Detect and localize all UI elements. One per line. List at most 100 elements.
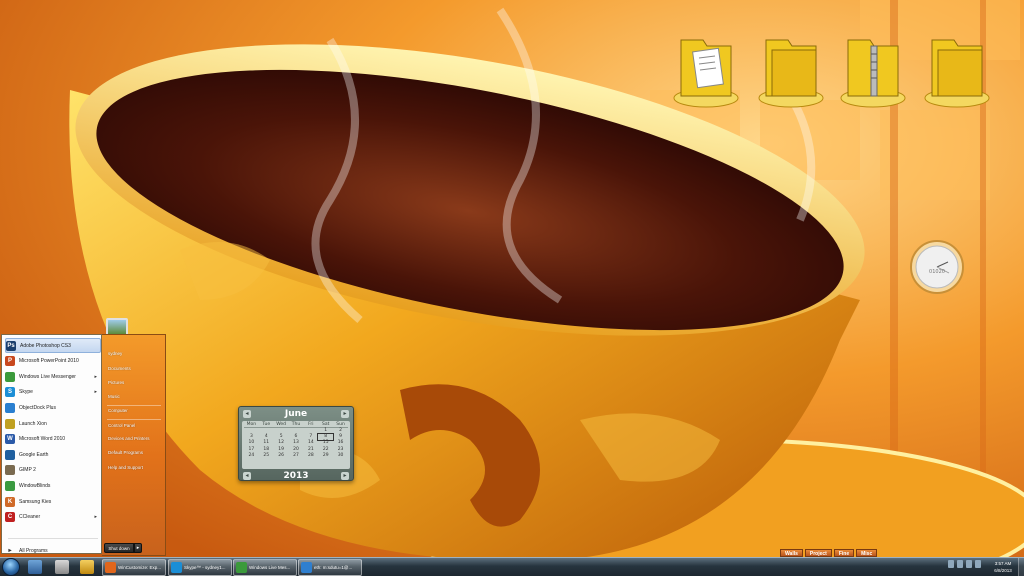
program-item-powerpoint[interactable]: P Microsoft PowerPoint 2010: [5, 354, 101, 369]
tab-fine[interactable]: Fine: [833, 549, 855, 557]
folder-icon: [924, 39, 990, 108]
skype-icon: S: [5, 387, 15, 398]
program-label: WindowBlinds: [19, 482, 51, 489]
submenu-arrow-icon: ▸: [94, 389, 97, 396]
start-button[interactable]: [2, 558, 20, 576]
separator: [107, 419, 161, 420]
program-item-gimp[interactable]: GIMP 2: [5, 463, 101, 478]
calendar-days: 1 2 3 4 5 6 7 8 9 10 11 12 13 14 15 16 17 18 19 20 21 22 23 24 2…: [244, 428, 348, 459]
program-label: Launch Xion: [19, 420, 47, 427]
calendar-day[interactable]: 24: [244, 453, 259, 459]
program-label: Adobe Photoshop CS3: [20, 342, 71, 349]
program-item-xion[interactable]: Launch Xion: [5, 416, 101, 431]
program-label: Samsung Kies: [19, 498, 52, 505]
program-item-photoshop[interactable]: Ps Adobe Photoshop CS3: [5, 338, 101, 353]
show-desktop-button[interactable]: [1018, 558, 1024, 576]
places-item-computer[interactable]: Computer: [108, 408, 128, 413]
document-folder-icon: [673, 39, 739, 108]
tab-project[interactable]: Project: [804, 549, 832, 557]
weekday-label: Tue: [262, 422, 271, 427]
messenger-icon: [5, 371, 15, 382]
places-item-help-and-support[interactable]: Help and Support: [108, 465, 143, 470]
clock-label: 01020: [929, 269, 945, 275]
calendar-day[interactable]: 25: [259, 453, 274, 459]
clock-date: 6/8/2013: [994, 568, 1012, 573]
taskbar-button[interactable]: Windows Live Mes...: [233, 559, 297, 576]
separator: [8, 538, 98, 539]
calendar-day[interactable]: 30: [333, 453, 348, 459]
quicklaunch-desktop-icon[interactable]: [28, 560, 42, 574]
quicklaunch-folder-icon[interactable]: [80, 560, 94, 574]
desktop-folder-zip[interactable]: [840, 30, 906, 114]
skype-icon: [171, 562, 182, 573]
places-item-pictures[interactable]: Pictures: [108, 380, 124, 385]
program-item-skype[interactable]: S Skype ▸: [5, 385, 101, 400]
word-icon: W: [5, 434, 15, 445]
calendar-day[interactable]: 26: [274, 453, 289, 459]
samsung-kies-icon: K: [5, 496, 15, 507]
tray-volume-icon[interactable]: [966, 560, 972, 568]
prev-month-button[interactable]: ◂: [243, 409, 251, 418]
places-item-default-programs[interactable]: Default Programs: [108, 450, 143, 455]
next-month-button[interactable]: ▸: [341, 409, 349, 418]
clock-time: 3:57 AM: [994, 561, 1012, 566]
quicklaunch-explorer-icon[interactable]: [55, 560, 69, 574]
objectdock-icon: [5, 402, 15, 413]
places-item-music[interactable]: Music: [108, 394, 120, 399]
taskbar-button[interactable]: WinCustomize: Exp...: [102, 559, 166, 576]
desktop-folder-documents[interactable]: [673, 30, 739, 114]
places-item-documents[interactable]: Documents: [108, 366, 131, 371]
firefox-icon: [105, 562, 116, 573]
program-label: Microsoft PowerPoint 2010: [19, 358, 79, 365]
messenger-icon: [301, 562, 312, 573]
taskbar-button-label: Windows Live Mes...: [249, 565, 291, 570]
program-item-messenger[interactable]: Windows Live Messenger ▸: [5, 369, 101, 384]
program-item-google-earth[interactable]: Google Earth: [5, 447, 101, 462]
messenger-icon: [236, 562, 247, 573]
tray-battery-icon[interactable]: [975, 560, 981, 568]
calendar-day[interactable]: 29: [318, 453, 333, 459]
program-item-ccleaner[interactable]: C CCleaner ▸: [5, 510, 101, 525]
weekday-label: Sun: [336, 422, 345, 427]
weekday-label: Wed: [276, 422, 287, 427]
separator: [107, 405, 161, 406]
shutdown-button[interactable]: Shut down: [104, 543, 134, 553]
calendar-day[interactable]: 28: [303, 453, 318, 459]
tab-misc[interactable]: Misc: [856, 549, 878, 557]
all-programs-button[interactable]: ▸ All Programs: [5, 543, 101, 558]
taskbar-button[interactable]: Skype™ - sydney1...: [168, 559, 232, 576]
taskbar-clock[interactable]: 3:57 AM 6/8/2013: [988, 560, 1018, 574]
submenu-arrow-icon: ▸: [94, 373, 97, 380]
folder-icon: [758, 39, 824, 108]
all-programs-label: All Programs: [19, 547, 48, 554]
shutdown-options-button[interactable]: ▸: [134, 543, 142, 553]
calendar-day[interactable]: 27: [289, 453, 304, 459]
weekday-label: Thu: [291, 422, 301, 427]
program-item-objectdock[interactable]: ObjectDock Plus: [5, 400, 101, 415]
desktop-folder-4[interactable]: [924, 30, 990, 114]
triangle-right-icon: ▸: [8, 547, 12, 554]
next-year-button[interactable]: ▸: [341, 472, 349, 480]
prev-year-button[interactable]: ◂: [243, 472, 251, 480]
taskbar-button-label: eth: m:sdutu=1@...: [314, 565, 353, 570]
clock-icon: 01020: [910, 240, 964, 294]
places-item-sydney[interactable]: sydney: [108, 351, 122, 356]
program-item-windowblinds[interactable]: WindowBlinds: [5, 478, 101, 493]
program-item-word[interactable]: W Microsoft Word 2010: [5, 432, 101, 447]
places-item-devices-and-printers[interactable]: Devices and Printers: [108, 436, 150, 441]
ccleaner-icon: C: [5, 512, 15, 523]
program-item-samsung-kies[interactable]: K Samsung Kies: [5, 494, 101, 509]
tray-network-icon[interactable]: [957, 560, 963, 568]
places-item-control-panel[interactable]: Control Panel: [108, 423, 135, 428]
windowblinds-icon: [5, 480, 15, 491]
start-menu-programs-pane: ▸ All Programs Search programs and files…: [1, 334, 102, 569]
tray-arrow-icon[interactable]: [948, 560, 954, 568]
fence-tabs: Walls Project Fine Misc: [780, 549, 878, 557]
calendar-gadget[interactable]: ◂ June ▸ Mon Tue Wed Thu Fri Sat Sun 123456789…: [238, 406, 354, 481]
taskbar-button[interactable]: eth: m:sdutu=1@...: [298, 559, 362, 576]
tab-walls[interactable]: Walls: [780, 549, 803, 557]
xion-icon: [5, 418, 15, 429]
clock-gadget[interactable]: 01020: [910, 240, 964, 294]
desktop-folder-2[interactable]: [758, 30, 824, 114]
program-label: ObjectDock Plus: [19, 404, 56, 411]
